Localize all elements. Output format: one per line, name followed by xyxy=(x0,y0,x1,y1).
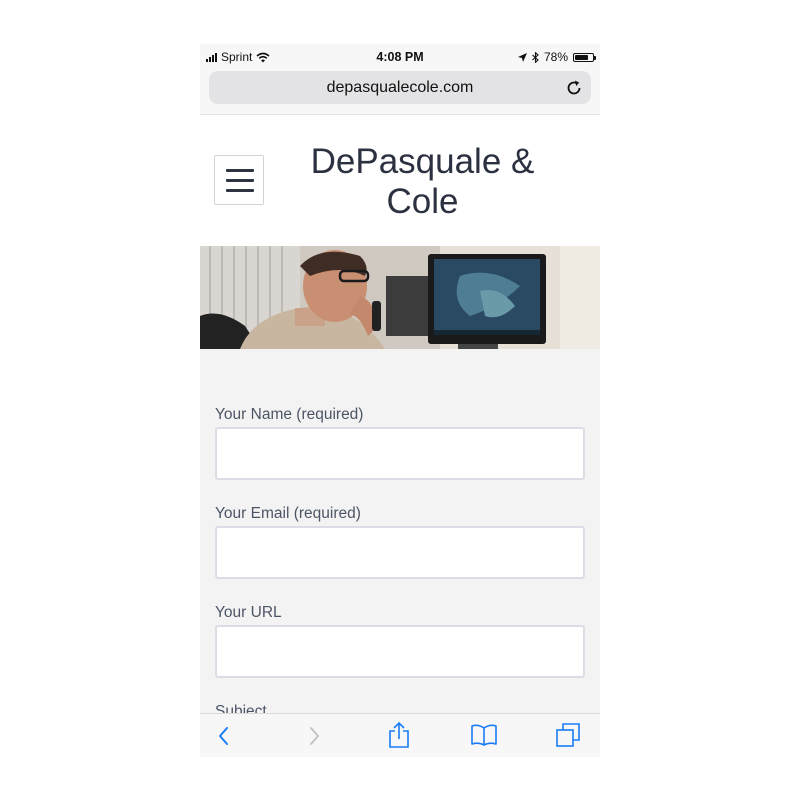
location-arrow-icon xyxy=(517,52,527,62)
url-field-label: Your URL xyxy=(215,604,282,621)
email-field-label: Your Email (required) xyxy=(215,505,361,522)
hamburger-menu-icon xyxy=(226,179,254,182)
hero-image xyxy=(200,246,600,349)
site-title-line1: DePasquale & xyxy=(310,142,535,181)
battery-icon xyxy=(573,52,596,62)
site-header: DePasquale & Cole xyxy=(200,115,600,246)
hamburger-menu-icon xyxy=(226,169,254,172)
back-chevron-icon[interactable] xyxy=(216,724,232,748)
url-text[interactable]: depasqualecole.com xyxy=(209,79,591,97)
phone-screen: Sprint 4:08 PM 78% depasqualecole.com De… xyxy=(200,44,600,757)
forward-chevron-icon[interactable] xyxy=(306,724,322,748)
reload-icon[interactable] xyxy=(565,79,583,97)
hamburger-menu-icon xyxy=(226,189,254,192)
status-right: 78% xyxy=(517,50,596,64)
status-bar: Sprint 4:08 PM 78% xyxy=(200,44,600,68)
browser-toolbar xyxy=(200,713,600,757)
bluetooth-icon xyxy=(532,51,539,63)
battery-level-fill xyxy=(575,54,589,60)
hamburger-menu-button[interactable] xyxy=(214,155,264,205)
name-field-label: Your Name (required) xyxy=(215,406,364,423)
site-title-line2: Cole xyxy=(386,182,459,221)
address-bar[interactable]: depasqualecole.com xyxy=(209,71,591,104)
name-field[interactable] xyxy=(215,427,585,480)
tabs-icon[interactable] xyxy=(555,722,583,748)
site-title[interactable]: DePasquale & Cole xyxy=(285,142,560,222)
battery-nub xyxy=(594,55,596,60)
bookmarks-book-icon[interactable] xyxy=(470,723,498,747)
email-field[interactable] xyxy=(215,526,585,579)
url-field[interactable] xyxy=(215,625,585,678)
hero-photo-illustration xyxy=(200,246,600,349)
contact-form: Your Name (required) Your Email (require… xyxy=(200,349,600,720)
battery-percent: 78% xyxy=(543,50,568,64)
share-icon[interactable] xyxy=(387,721,411,749)
